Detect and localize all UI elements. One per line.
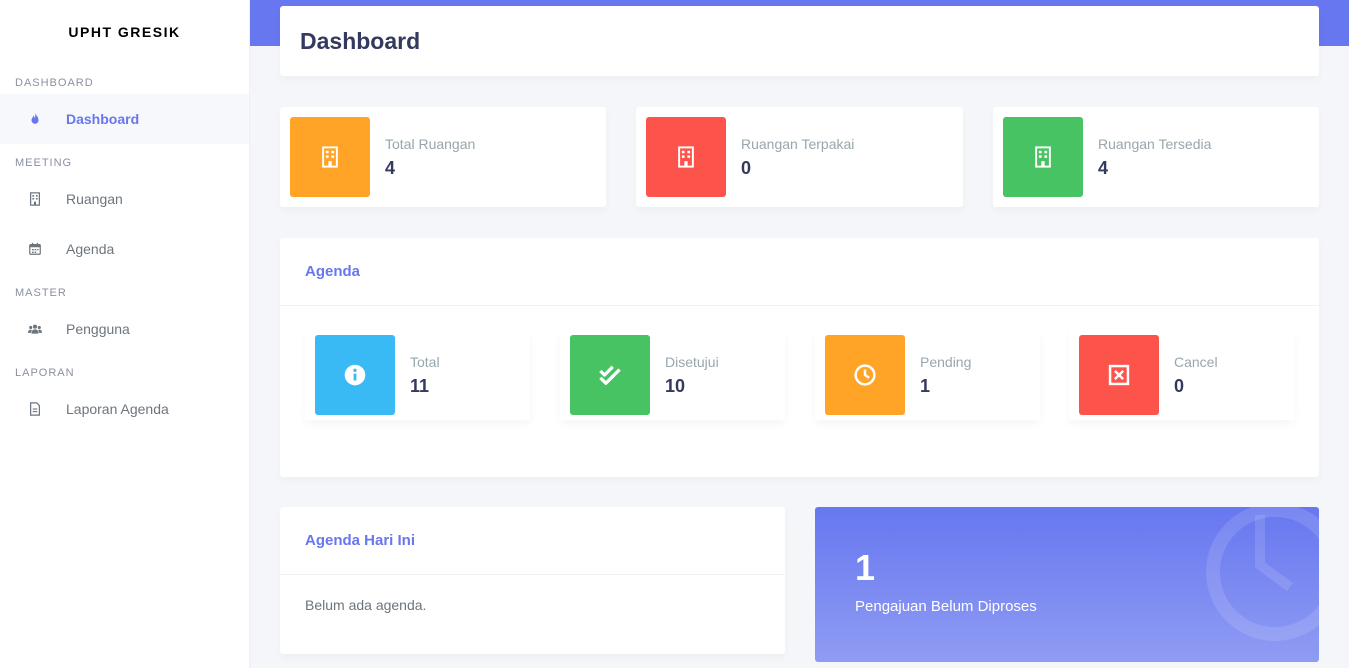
check-double-icon: [570, 335, 650, 415]
stat-card-ruangan-terpakai: Ruangan Terpakai 0: [636, 107, 963, 207]
sidebar-item-label: Dashboard: [66, 111, 140, 127]
page-title: Dashboard: [300, 27, 421, 54]
agenda-stat-value: 0: [1174, 375, 1185, 396]
file-icon: [26, 400, 44, 418]
sidebar-item-label: Pengguna: [66, 321, 130, 337]
info-icon: [315, 335, 395, 415]
agenda-card-header: Agenda: [280, 238, 1319, 306]
stat-value: 4: [1098, 157, 1109, 178]
agenda-today-header: Agenda Hari Ini: [280, 507, 785, 575]
building-icon: [646, 117, 726, 197]
brand-logo[interactable]: UPHT GRESIK: [0, 0, 249, 64]
stat-value: 0: [741, 157, 752, 178]
pending-submissions-card[interactable]: 1 Pengajuan Belum Diproses: [815, 507, 1319, 662]
sidebar: UPHT GRESIK DASHBOARD Dashboard MEETING …: [0, 0, 250, 668]
agenda-stat-label: Cancel: [1174, 353, 1218, 370]
building-icon: [26, 190, 44, 208]
sidebar-item-dashboard[interactable]: Dashboard: [0, 94, 249, 144]
main-content: Dashboard Total Ruangan 4 Ruangan Terpak…: [280, 0, 1319, 668]
stat-label: Ruangan Terpakai: [741, 135, 855, 152]
sidebar-item-agenda[interactable]: Agenda: [0, 224, 249, 274]
building-icon: [1003, 117, 1083, 197]
sidebar-item-laporan-agenda[interactable]: Laporan Agenda: [0, 384, 249, 434]
sidebar-item-pengguna[interactable]: Pengguna: [0, 304, 249, 354]
agenda-stat-pending: Pending 1: [815, 330, 1040, 420]
clock-icon: [1206, 507, 1319, 641]
agenda-today-title: Agenda Hari Ini: [305, 532, 416, 549]
pending-label: Pengajuan Belum Diproses: [855, 598, 1037, 615]
pending-count: 1: [855, 547, 876, 588]
sidebar-item-label: Laporan Agenda: [66, 401, 169, 417]
agenda-title: Agenda: [305, 263, 361, 280]
sidebar-header-laporan: LAPORAN: [15, 367, 75, 379]
stat-card-total-ruangan: Total Ruangan 4: [280, 107, 606, 207]
building-icon: [290, 117, 370, 197]
agenda-stat-label: Total: [410, 353, 440, 370]
agenda-stat-disetujui: Disetujui 10: [560, 330, 785, 420]
stat-label: Ruangan Tersedia: [1098, 135, 1212, 152]
agenda-stat-label: Pending: [920, 353, 972, 370]
calendar-icon: [26, 240, 44, 258]
x-box-icon: [1079, 335, 1159, 415]
agenda-stat-label: Disetujui: [665, 353, 719, 370]
agenda-stat-value: 10: [665, 375, 686, 396]
agenda-card: Agenda Total 11 Disetujui 10 Pending 1 C…: [280, 238, 1319, 477]
agenda-stat-cancel: Cancel 0: [1069, 330, 1294, 420]
agenda-stat-total: Total 11: [305, 330, 530, 420]
page-title-card: Dashboard: [280, 6, 1319, 76]
sidebar-item-ruangan[interactable]: Ruangan: [0, 174, 249, 224]
stat-label: Total Ruangan: [385, 135, 476, 152]
sidebar-header-meeting: MEETING: [15, 157, 73, 169]
agenda-today-card: Agenda Hari Ini Belum ada agenda.: [280, 507, 785, 654]
clock-icon: [825, 335, 905, 415]
fire-icon: [26, 110, 44, 128]
agenda-stat-value: 1: [920, 375, 931, 396]
agenda-today-empty: Belum ada agenda.: [305, 597, 427, 613]
sidebar-item-label: Agenda: [66, 241, 115, 257]
stat-value: 4: [385, 157, 396, 178]
stat-card-ruangan-tersedia: Ruangan Tersedia 4: [993, 107, 1319, 207]
sidebar-header-dashboard: DASHBOARD: [15, 77, 94, 89]
sidebar-header-master: MASTER: [15, 287, 67, 299]
users-icon: [26, 320, 44, 338]
agenda-stat-value: 11: [410, 375, 430, 396]
sidebar-item-label: Ruangan: [66, 191, 123, 207]
